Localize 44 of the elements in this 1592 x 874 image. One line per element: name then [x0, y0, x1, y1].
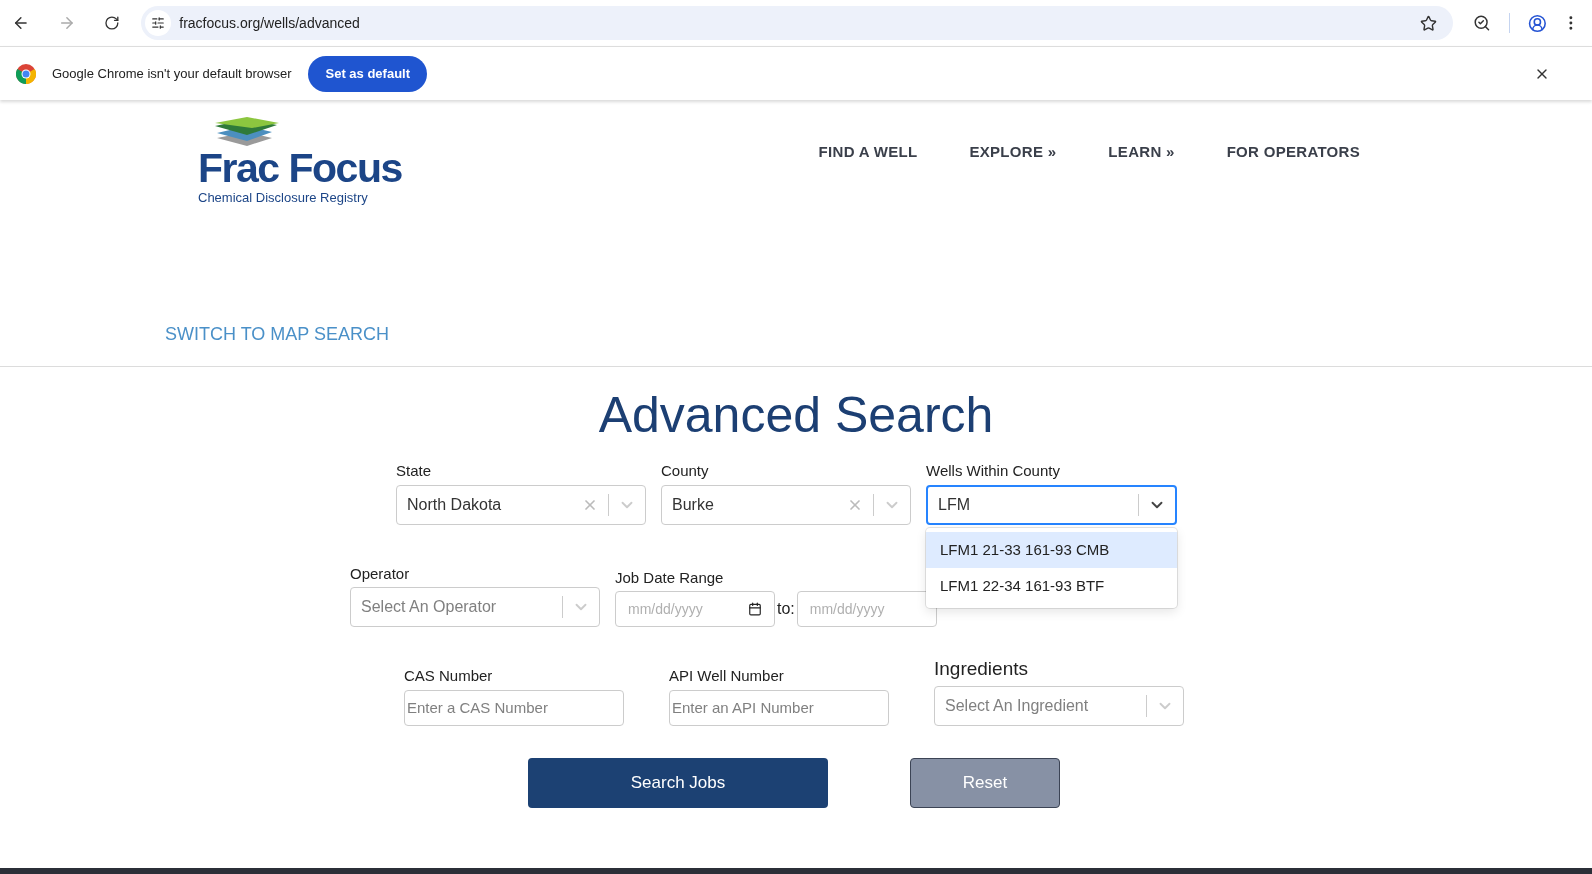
select-placeholder: Select An Ingredient — [944, 695, 1090, 716]
date-placeholder: mm/dd/yyyy — [628, 599, 704, 619]
field-label: CAS Number — [404, 666, 494, 686]
search-jobs-button[interactable]: Search Jobs — [528, 757, 828, 808]
select-value: Burke — [671, 494, 715, 515]
select-placeholder: Select An Operator — [360, 597, 498, 617]
field-label: Operator — [350, 563, 411, 584]
profile-icon[interactable] — [1527, 13, 1547, 33]
calendar-icon[interactable] — [748, 602, 762, 616]
nav-link[interactable]: EXPLORE » — [969, 141, 1057, 164]
select-field[interactable]: Select An Operator — [350, 587, 600, 627]
infobar-message: Google Chrome isn't your default browser — [52, 64, 292, 83]
field-label: API Well Number — [669, 666, 785, 686]
nav-link[interactable]: FOR OPERATORS — [1226, 141, 1360, 164]
dropdown-option[interactable]: LFM1 22-34 161-93 BTF — [926, 568, 1177, 604]
frac-focus-logo[interactable]: Frac Focus Chemical Disclosure Registry — [198, 116, 402, 208]
date-placeholder: mm/dd/yyyy — [809, 599, 885, 619]
dropdown-option[interactable]: LFM1 21-33 161-93 CMB — [926, 532, 1177, 568]
set-default-button[interactable]: Set as default — [308, 55, 427, 92]
reload-icon[interactable] — [103, 15, 120, 31]
site-settings-icon[interactable] — [151, 16, 166, 30]
logo-title: Frac Focus — [198, 148, 402, 188]
cas-number-field[interactable]: Enter a CAS Number — [404, 689, 624, 726]
lens-icon[interactable] — [1472, 14, 1491, 32]
address-bar[interactable]: fracfocus.org/wells/advanced — [141, 6, 1453, 40]
select-value: North Dakota — [406, 494, 503, 515]
page-title: Advanced Search — [598, 386, 994, 445]
browser-logo-icon — [16, 63, 36, 84]
back-icon[interactable] — [12, 14, 30, 32]
bookmark-star-icon[interactable] — [1419, 14, 1437, 32]
field-label: Wells Within County — [926, 461, 1061, 481]
nav-link[interactable]: FIND A WELL — [818, 141, 918, 164]
field-label: County — [661, 461, 710, 481]
date-separator: to: — [777, 599, 795, 619]
url-text: fracfocus.org/wells/advanced — [179, 13, 361, 33]
nav-link[interactable]: LEARN » — [1108, 141, 1175, 164]
select-value: LFM — [937, 494, 971, 515]
field-label: Job Date Range — [615, 567, 725, 588]
select-field[interactable]: LFM — [926, 484, 1177, 525]
api-number-field[interactable]: Enter an API Number — [669, 689, 889, 726]
field-label: State — [396, 461, 433, 481]
logo-subtitle: Chemical Disclosure Registry — [198, 189, 368, 207]
field-label: Ingredients — [934, 657, 1029, 681]
select-field[interactable]: Select An Ingredient — [934, 685, 1184, 726]
